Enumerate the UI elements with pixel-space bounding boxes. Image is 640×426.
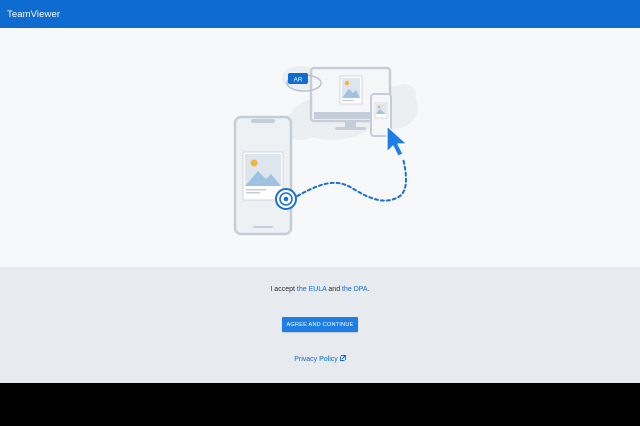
- privacy-policy-link[interactable]: Privacy Policy: [294, 356, 338, 363]
- app-header: TeamViewer: [0, 0, 640, 28]
- system-bottom-bar: [0, 383, 640, 426]
- privacy-policy-row: Privacy Policy: [0, 355, 640, 363]
- eula-link[interactable]: the EULA: [297, 286, 327, 293]
- hero-illustration: AR: [0, 28, 640, 267]
- consent-prefix: I accept: [270, 286, 297, 293]
- consent-middle: and: [326, 286, 343, 293]
- app-title: TeamViewer: [7, 8, 61, 20]
- remote-support-illustration: AR: [233, 66, 418, 236]
- large-phone-device: [233, 115, 293, 236]
- privacy-policy-label: Privacy Policy: [294, 355, 338, 363]
- cursor-arrow-icon: [386, 125, 408, 157]
- consent-suffix: .: [367, 286, 370, 293]
- consent-footer: I accept the EULA and the DPA. AGREE AND…: [0, 267, 640, 383]
- target-icon: [275, 188, 297, 210]
- ar-badge-label: AR: [293, 77, 302, 84]
- agree-and-continue-button[interactable]: AGREE AND CONTINUE: [282, 317, 358, 332]
- dpa-link[interactable]: the DPA: [342, 286, 368, 293]
- connection-path: [291, 157, 407, 202]
- external-link-icon: [339, 355, 346, 363]
- consent-text: I accept the EULA and the DPA.: [0, 286, 640, 293]
